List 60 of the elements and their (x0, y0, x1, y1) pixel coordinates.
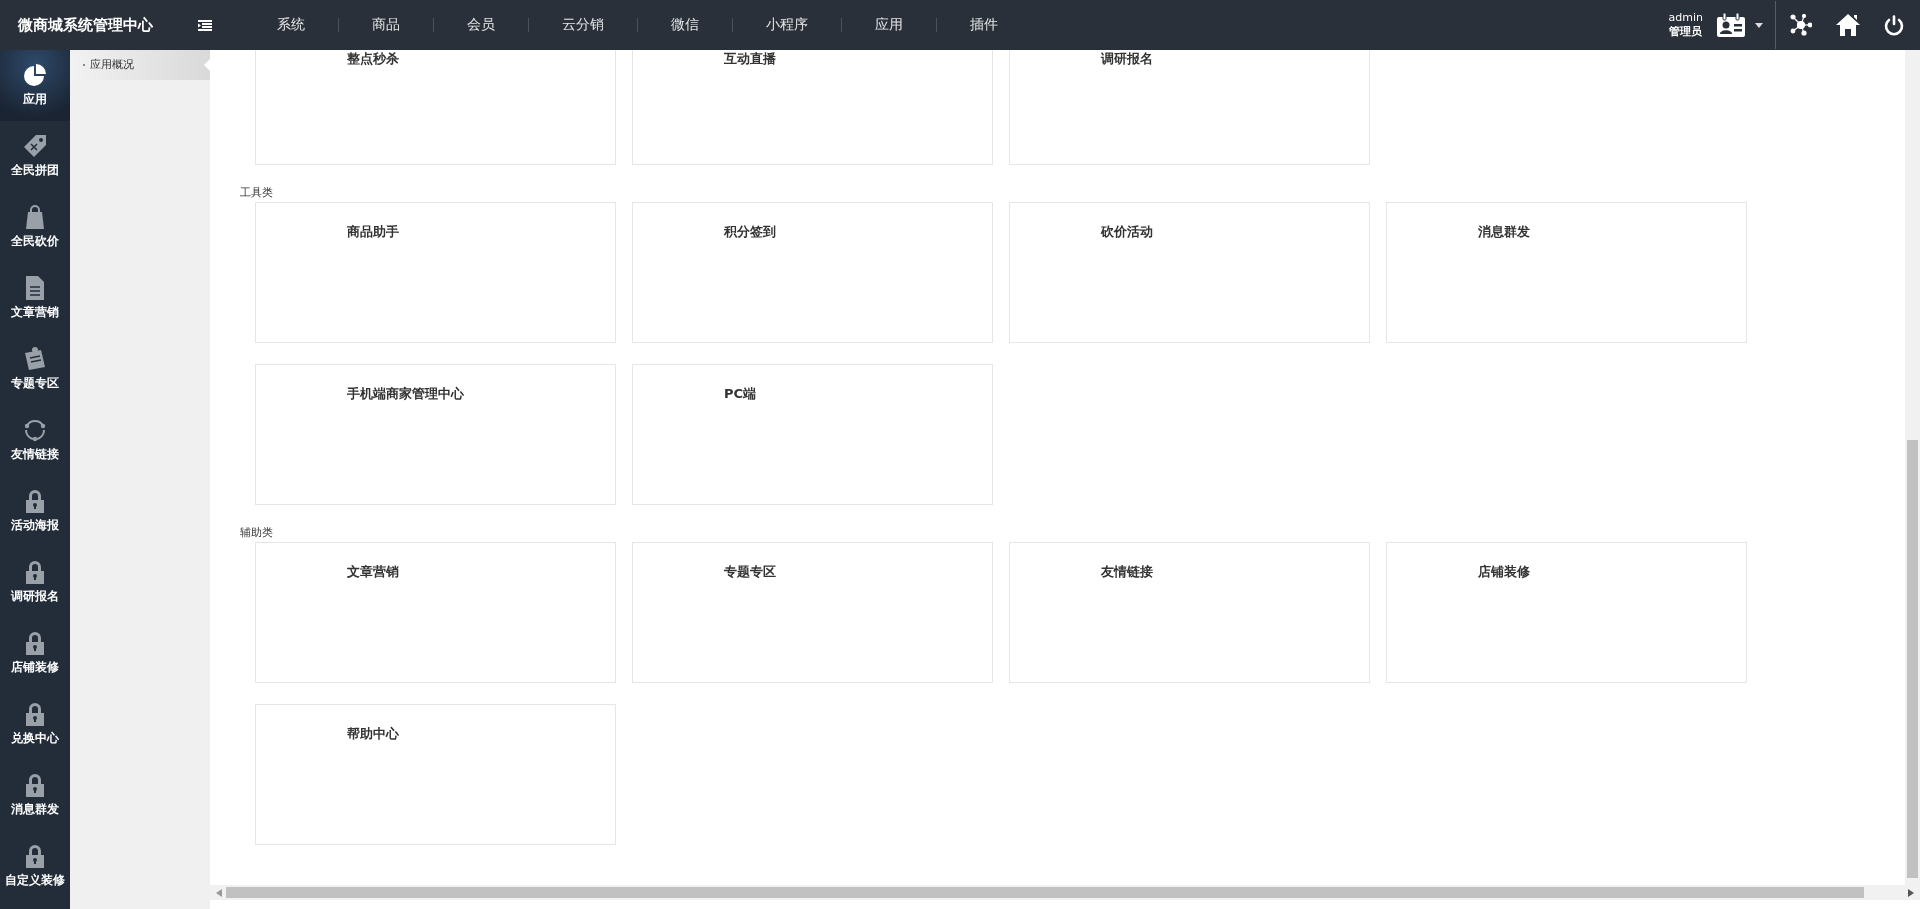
section-title: 工具类 (240, 186, 274, 200)
pie-chart-icon (23, 63, 47, 87)
app-card[interactable]: 互动直播 (632, 50, 993, 165)
lock-icon (25, 489, 45, 513)
lock-icon (25, 631, 45, 655)
home-icon[interactable] (1836, 14, 1860, 36)
sidebar-item[interactable]: 兑换中心 (0, 689, 70, 760)
sidebar-item[interactable]: 消息群发 (0, 760, 70, 831)
scroll-right-icon[interactable] (1908, 888, 1914, 897)
user-role: 管理员 (1669, 25, 1703, 39)
document-icon (25, 276, 45, 300)
power-icon[interactable] (1884, 14, 1904, 36)
nav-link[interactable]: 会员 (434, 16, 528, 34)
notes-icon (23, 347, 47, 371)
app-card[interactable]: PC端 (632, 364, 993, 505)
sidebar-item[interactable]: 活动海报 (0, 476, 70, 547)
shopping-bag-icon (25, 205, 45, 229)
vertical-scrollbar[interactable] (1905, 50, 1920, 885)
app-card[interactable]: 帮助中心 (255, 704, 616, 845)
nav-link[interactable]: 插件 (937, 16, 1031, 34)
lock-icon (25, 702, 45, 726)
nav-link[interactable]: 商品 (339, 16, 433, 34)
app-card[interactable]: 积分签到 (632, 202, 993, 343)
lock-icon (25, 844, 45, 868)
nav-link[interactable]: 小程序 (733, 16, 841, 34)
app-card[interactable]: 商品助手 (255, 202, 616, 343)
app-card[interactable]: 消息群发 (1386, 202, 1747, 343)
contact-card-icon[interactable] (1717, 13, 1745, 37)
horizontal-scrollbar[interactable] (210, 885, 1920, 900)
lock-icon (25, 560, 45, 584)
nav-link[interactable]: 系统 (244, 16, 338, 34)
tag-icon (23, 134, 47, 158)
nav-link[interactable]: 微信 (638, 16, 732, 34)
sidebar-item[interactable]: 全民拼团 (0, 121, 70, 192)
sidebar-item[interactable]: 全民砍价 (0, 192, 70, 263)
caret-icon[interactable] (1755, 22, 1763, 28)
sidebar-item[interactable]: 店铺装修 (0, 618, 70, 689)
app-card[interactable]: 友情链接 (1009, 542, 1370, 683)
user-name: admin (1668, 11, 1703, 25)
nav-link[interactable]: 应用 (842, 16, 936, 34)
nav-link[interactable]: 云分销 (529, 16, 637, 34)
app-card[interactable]: 调研报名 (1009, 50, 1370, 165)
menu-icon[interactable] (198, 19, 212, 31)
section-title: 辅助类 (240, 526, 274, 540)
app-card[interactable]: 手机端商家管理中心 (255, 364, 616, 505)
sidebar-item[interactable]: 友情链接 (0, 405, 70, 476)
app-title: 微商城系统管理中心 (18, 15, 154, 35)
sidebar-item[interactable]: 调研报名 (0, 547, 70, 618)
app-card[interactable]: 整点秒杀 (255, 50, 616, 165)
sidebar-item[interactable]: 应用 (0, 50, 70, 121)
lock-icon (25, 773, 45, 797)
app-card[interactable]: 专题专区 (632, 542, 993, 683)
app-card[interactable]: 文章营销 (255, 542, 616, 683)
sidebar-item[interactable]: 自定义装修 (0, 831, 70, 902)
cycle-icon (23, 418, 47, 442)
network-icon[interactable] (1790, 14, 1812, 36)
app-card[interactable]: 砍价活动 (1009, 202, 1370, 343)
sidebar-item[interactable]: 文章营销 (0, 263, 70, 334)
app-card[interactable]: 店铺装修 (1386, 542, 1747, 683)
sidebar-item[interactable]: 专题专区 (0, 334, 70, 405)
